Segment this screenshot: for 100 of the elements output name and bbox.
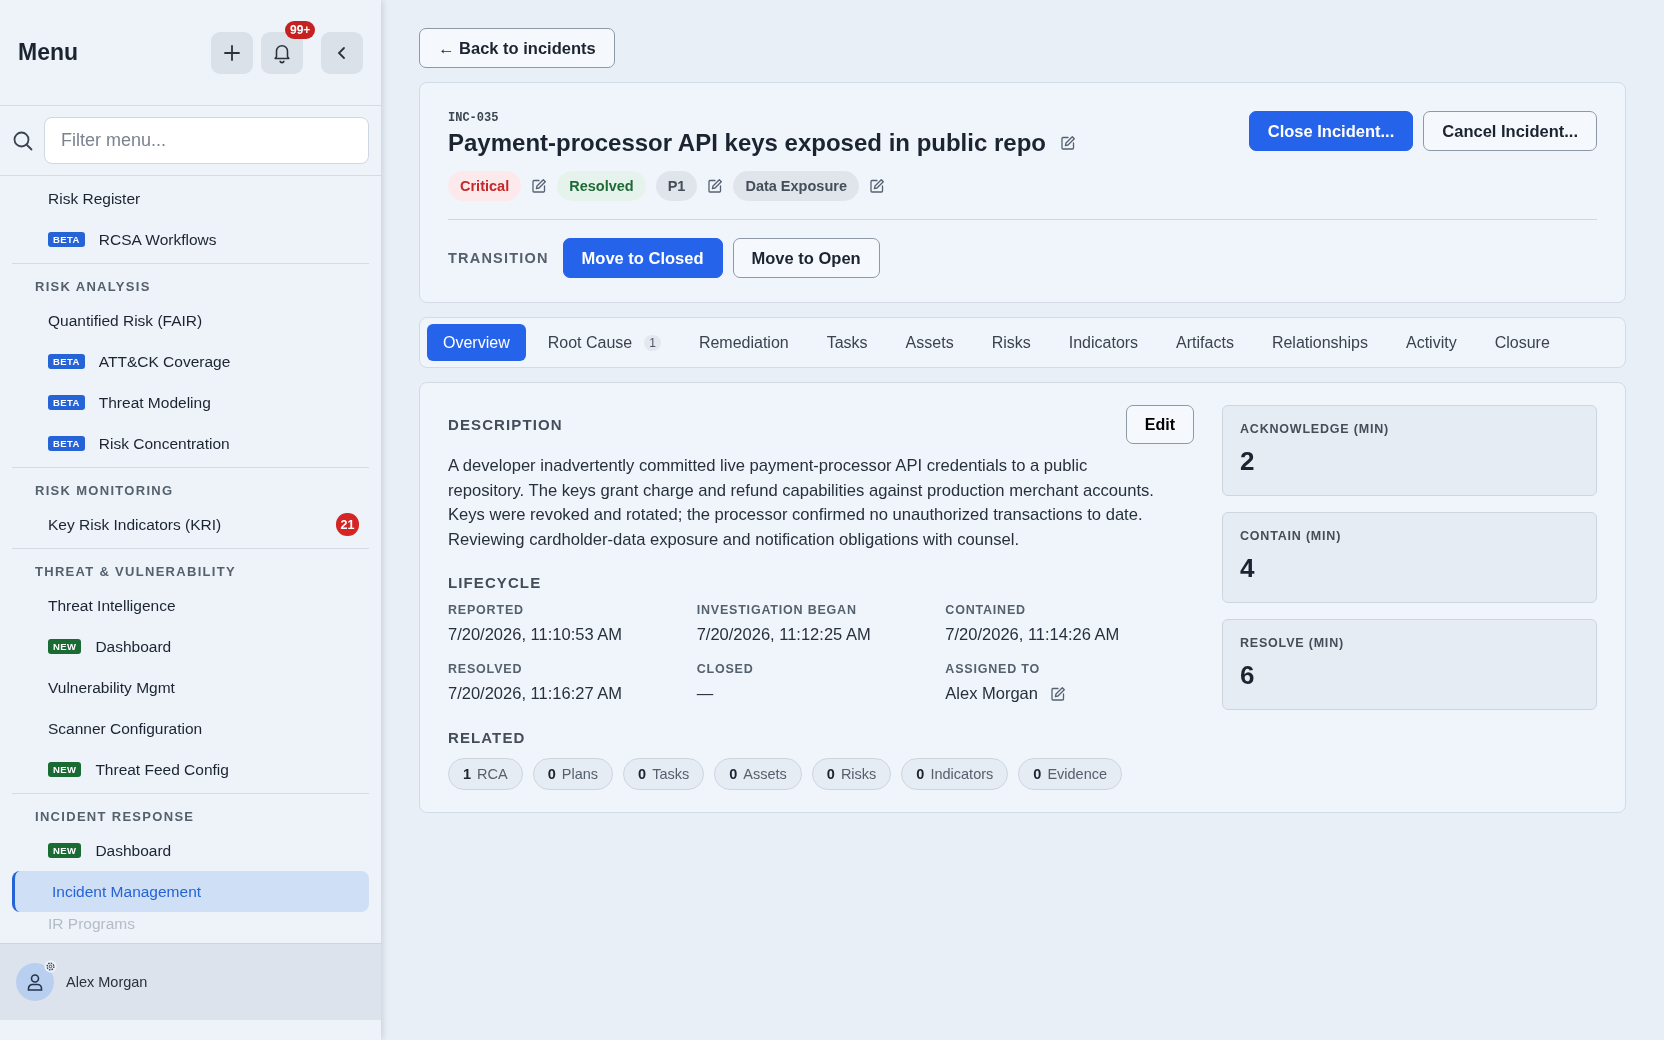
edit-button[interactable]: Edit: [1125, 405, 1194, 444]
status-chip: Data Exposure: [733, 171, 859, 201]
tab[interactable]: Remediation: [682, 324, 805, 361]
menu-item-label: RCSA Workflows: [98, 230, 217, 249]
menu-item-label: Incident Management: [52, 882, 202, 901]
status-chip: Critical: [448, 171, 522, 201]
section-heading: DESCRIPTION: [448, 416, 563, 433]
related-chip[interactable]: 0 Assets: [714, 758, 802, 790]
menu-item-label: Risk Register: [48, 189, 141, 208]
edit-icon[interactable]: [1060, 135, 1076, 151]
field-label: CLOSED: [696, 662, 755, 676]
field-label: CONTAINED: [945, 603, 1027, 617]
tab-count: 1: [644, 334, 661, 351]
tab[interactable]: Activity: [1389, 324, 1473, 361]
menu-item[interactable]: BETA ATT&CK Coverage: [12, 341, 369, 382]
tag: NEW: [48, 639, 82, 654]
field-value: 7/20/2026, 11:16:27 AM: [448, 684, 622, 703]
menu-item[interactable]: BETA Risk Concentration: [12, 423, 369, 464]
tab[interactable]: Indicators: [1052, 324, 1155, 361]
menu-item[interactable]: NEW Threat Feed Config: [12, 749, 369, 790]
tab[interactable]: Assets: [889, 324, 970, 361]
edit-icon[interactable]: [531, 178, 548, 194]
related-chip[interactable]: 0 Plans: [532, 758, 614, 790]
section-heading: THREAT & VULNERABILITY: [34, 563, 237, 581]
field-value: 7/20/2026, 11:10:53 AM: [448, 625, 622, 644]
transition-button[interactable]: Move to Closed: [562, 238, 723, 278]
edit-icon[interactable]: [868, 178, 885, 194]
tab[interactable]: Artifacts: [1160, 324, 1250, 361]
incident-title: Payment-processor API keys exposed in public repo: [448, 129, 1046, 157]
related-chip[interactable]: 1 RCA: [448, 758, 523, 790]
tag: BETA: [48, 232, 85, 247]
menu-item-label: Scanner Configuration: [48, 719, 203, 738]
tag: BETA: [48, 436, 85, 451]
menu-item[interactable]: Scanner Configuration: [12, 708, 369, 749]
metric-label: CONTAIN (MIN): [1240, 529, 1343, 543]
menu-item[interactable]: Incident Management: [12, 871, 369, 912]
search-icon: [12, 129, 34, 152]
tab[interactable]: Relationships: [1255, 324, 1384, 361]
field-value: 7/20/2026, 11:12:25 AM: [696, 625, 871, 644]
filter-field[interactable]: Filter menu...: [44, 117, 369, 164]
menu-item[interactable]: BETA Threat Modeling: [12, 382, 369, 423]
edit-icon[interactable]: [1049, 685, 1066, 702]
related-chip[interactable]: 0 Tasks: [623, 758, 705, 790]
field-label: RESOLVED: [448, 662, 524, 676]
back-button[interactable]: ← Back to incidents: [419, 28, 615, 68]
field-value: 7/20/2026, 11:14:26 AM: [945, 625, 1120, 644]
section-heading: RELATED: [448, 729, 527, 746]
action-button[interactable]: Cancel Incident...: [1423, 111, 1597, 151]
menu-item[interactable]: Key Risk Indicators (KRI) 21: [12, 504, 369, 545]
menu-item[interactable]: NEW Dashboard: [12, 830, 369, 871]
menu-item[interactable]: Quantified Risk (FAIR): [12, 300, 369, 341]
tab[interactable]: Tasks: [810, 324, 884, 361]
menu-item[interactable]: Vulnerability Mgmt: [12, 667, 369, 708]
menu-item-label: Vulnerability Mgmt: [48, 678, 175, 697]
menu-item-label: Dashboard: [95, 637, 172, 656]
notification-badge: 99+: [285, 20, 316, 39]
person-icon: [25, 972, 45, 992]
menu-item-label: Key Risk Indicators (KRI): [48, 515, 222, 534]
edit-icon[interactable]: [707, 178, 724, 194]
incident-id: INC-035: [448, 111, 500, 125]
related-chip[interactable]: 0 Evidence: [1018, 758, 1123, 790]
tag: NEW: [48, 762, 82, 777]
menu-item-label: ATT&CK Coverage: [98, 352, 231, 371]
metric-label: RESOLVE (MIN): [1240, 636, 1345, 650]
section-heading: INCIDENT RESPONSE: [34, 808, 196, 826]
tag: BETA: [48, 395, 85, 410]
menu-item-label: Threat Modeling: [98, 393, 211, 412]
menu-item[interactable]: Threat Intelligence: [12, 585, 369, 626]
menu-item[interactable]: BETA RCSA Workflows: [12, 219, 369, 260]
menu-item-label: Risk Concentration: [98, 434, 230, 453]
related-chip[interactable]: 0 Indicators: [901, 758, 1009, 790]
menu-item-label: Threat Intelligence: [48, 596, 176, 615]
field-value: Alex Morgan: [945, 684, 1038, 703]
menu-item[interactable]: Risk Register: [12, 178, 369, 219]
related-chip[interactable]: 0 Risks: [811, 758, 892, 790]
tab[interactable]: Overview: [427, 324, 526, 361]
menu-item-label: Dashboard: [95, 841, 172, 860]
status-chip: Resolved: [557, 171, 646, 201]
gear-icon[interactable]: [44, 960, 57, 973]
user-name: Alex Morgan: [66, 974, 148, 990]
field-label: ASSIGNED TO: [945, 662, 1042, 676]
menu-item[interactable]: NEW Dashboard: [12, 626, 369, 667]
action-button[interactable]: Close Incident...: [1248, 111, 1414, 151]
tab[interactable]: Root Cause 1: [531, 324, 677, 361]
field-value: —: [696, 684, 714, 703]
description-text: A developer inadvertently committed live payment-processor API credentials to a public repository. The keys grant charge and refund capabilities against production merchant accounts. Keys were revoked and rotated; the processor confirmed no unauthorized transactions to date. Reviewing cardholder-data exposure and notification obligations with counsel.: [448, 455, 1155, 551]
menu-item-label: Quantified Risk (FAIR): [48, 311, 203, 330]
transition-button[interactable]: Move to Open: [732, 238, 880, 278]
menu-item-label: Threat Feed Config: [95, 760, 229, 779]
plus-icon: [222, 42, 242, 63]
section-heading: LIFECYCLE: [448, 574, 543, 591]
metric-value: 4: [1240, 553, 1256, 584]
field-label: INVESTIGATION BEGAN: [696, 603, 858, 617]
add-button[interactable]: [211, 31, 253, 74]
section-heading: RISK MONITORING: [34, 482, 175, 500]
tag: NEW: [48, 843, 82, 858]
tab[interactable]: Closure: [1478, 324, 1566, 361]
tab[interactable]: Risks: [975, 324, 1047, 361]
avatar[interactable]: [16, 963, 54, 1001]
count-badge: 21: [336, 513, 359, 536]
